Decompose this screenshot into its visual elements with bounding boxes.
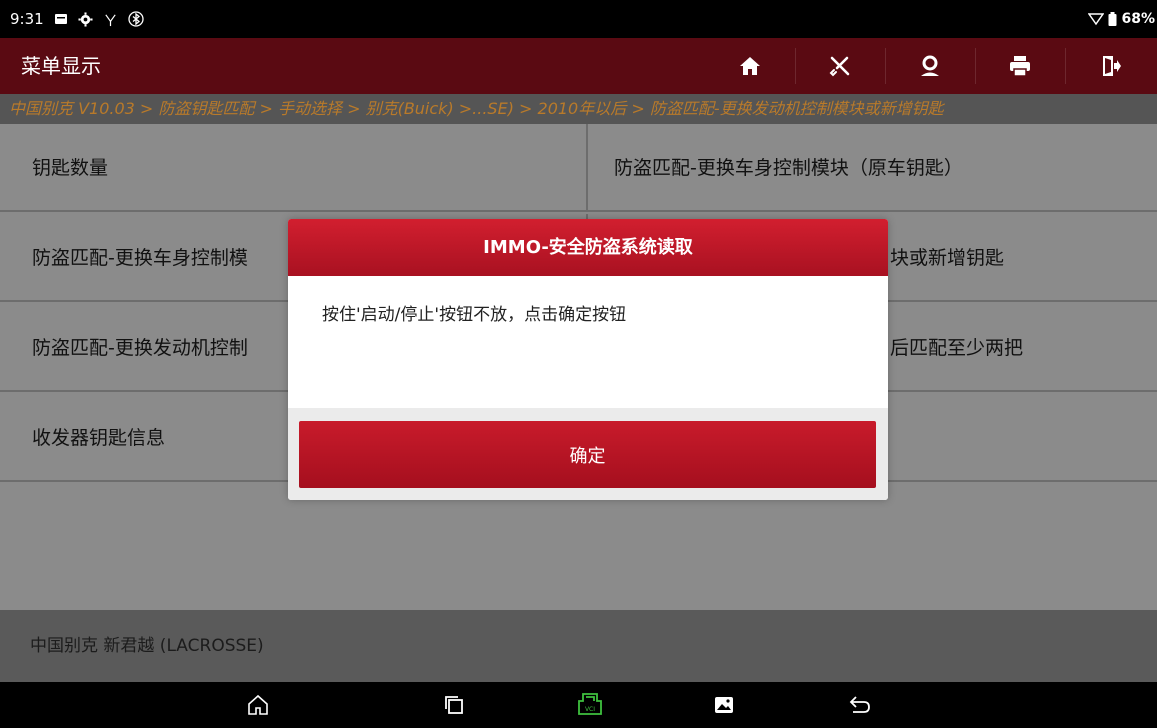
dialog-title: IMMO-安全防盗系统读取: [288, 219, 888, 276]
tools-icon: [829, 56, 850, 77]
home-button[interactable]: [705, 38, 795, 94]
vehicle-info-bar: 中国别克 新君越 (LACROSSE): [0, 610, 1157, 682]
navigation-bar: VCI: [0, 682, 1157, 728]
user-icon: [921, 55, 939, 76]
tools-button[interactable]: [795, 38, 885, 94]
menu-item-replace-bcm-original-key[interactable]: 防盗匹配-更换车身控制模块（原车钥匙）: [586, 124, 1157, 212]
settings-gear-icon: [78, 11, 94, 27]
page-title: 菜单显示: [21, 54, 101, 78]
dialog-actions: 确定: [288, 408, 888, 500]
exit-button[interactable]: [1065, 38, 1157, 94]
svg-text:VCI: VCI: [585, 706, 595, 713]
back-icon: [849, 696, 870, 713]
user-button[interactable]: [885, 38, 975, 94]
wifi-icon: [1088, 11, 1105, 27]
nav-home-button[interactable]: [228, 682, 288, 728]
dialog-message: 按住'启动/停止'按钮不放，点击确定按钮: [322, 305, 627, 325]
gallery-icon: [715, 697, 733, 713]
home-outline-icon: [248, 694, 268, 715]
vci-icon: VCI: [578, 693, 602, 715]
vehicle-name: 中国别克 新君越 (LACROSSE): [30, 636, 264, 656]
battery-level: 68%: [1121, 11, 1155, 27]
confirm-button[interactable]: 确定: [299, 421, 876, 488]
battery-icon: [1108, 11, 1117, 27]
notification-icon: [53, 11, 69, 27]
menu-item-key-count[interactable]: 钥匙数量: [0, 124, 586, 212]
home-icon: [740, 57, 760, 75]
usb-icon: [103, 11, 119, 27]
print-button[interactable]: [975, 38, 1065, 94]
nav-gallery-button[interactable]: [694, 682, 754, 728]
title-bar: 菜单显示: [0, 38, 1157, 94]
nav-back-button[interactable]: [829, 682, 889, 728]
exit-icon: [1103, 56, 1121, 76]
recent-apps-icon: [445, 696, 463, 714]
print-icon: [1010, 56, 1030, 77]
immo-dialog: IMMO-安全防盗系统读取 按住'启动/停止'按钮不放，点击确定按钮 确定: [288, 219, 888, 500]
nav-recent-apps-button[interactable]: [424, 682, 484, 728]
nav-vci-button[interactable]: VCI: [560, 682, 620, 728]
status-bar: 9:31 68%: [0, 0, 1157, 38]
clock: 9:31: [10, 10, 44, 28]
breadcrumb: 中国别克 V10.03 > 防盗钥匙匹配 > 手动选择 > 别克(Buick) …: [0, 94, 1157, 124]
bluetooth-icon: [128, 11, 144, 27]
